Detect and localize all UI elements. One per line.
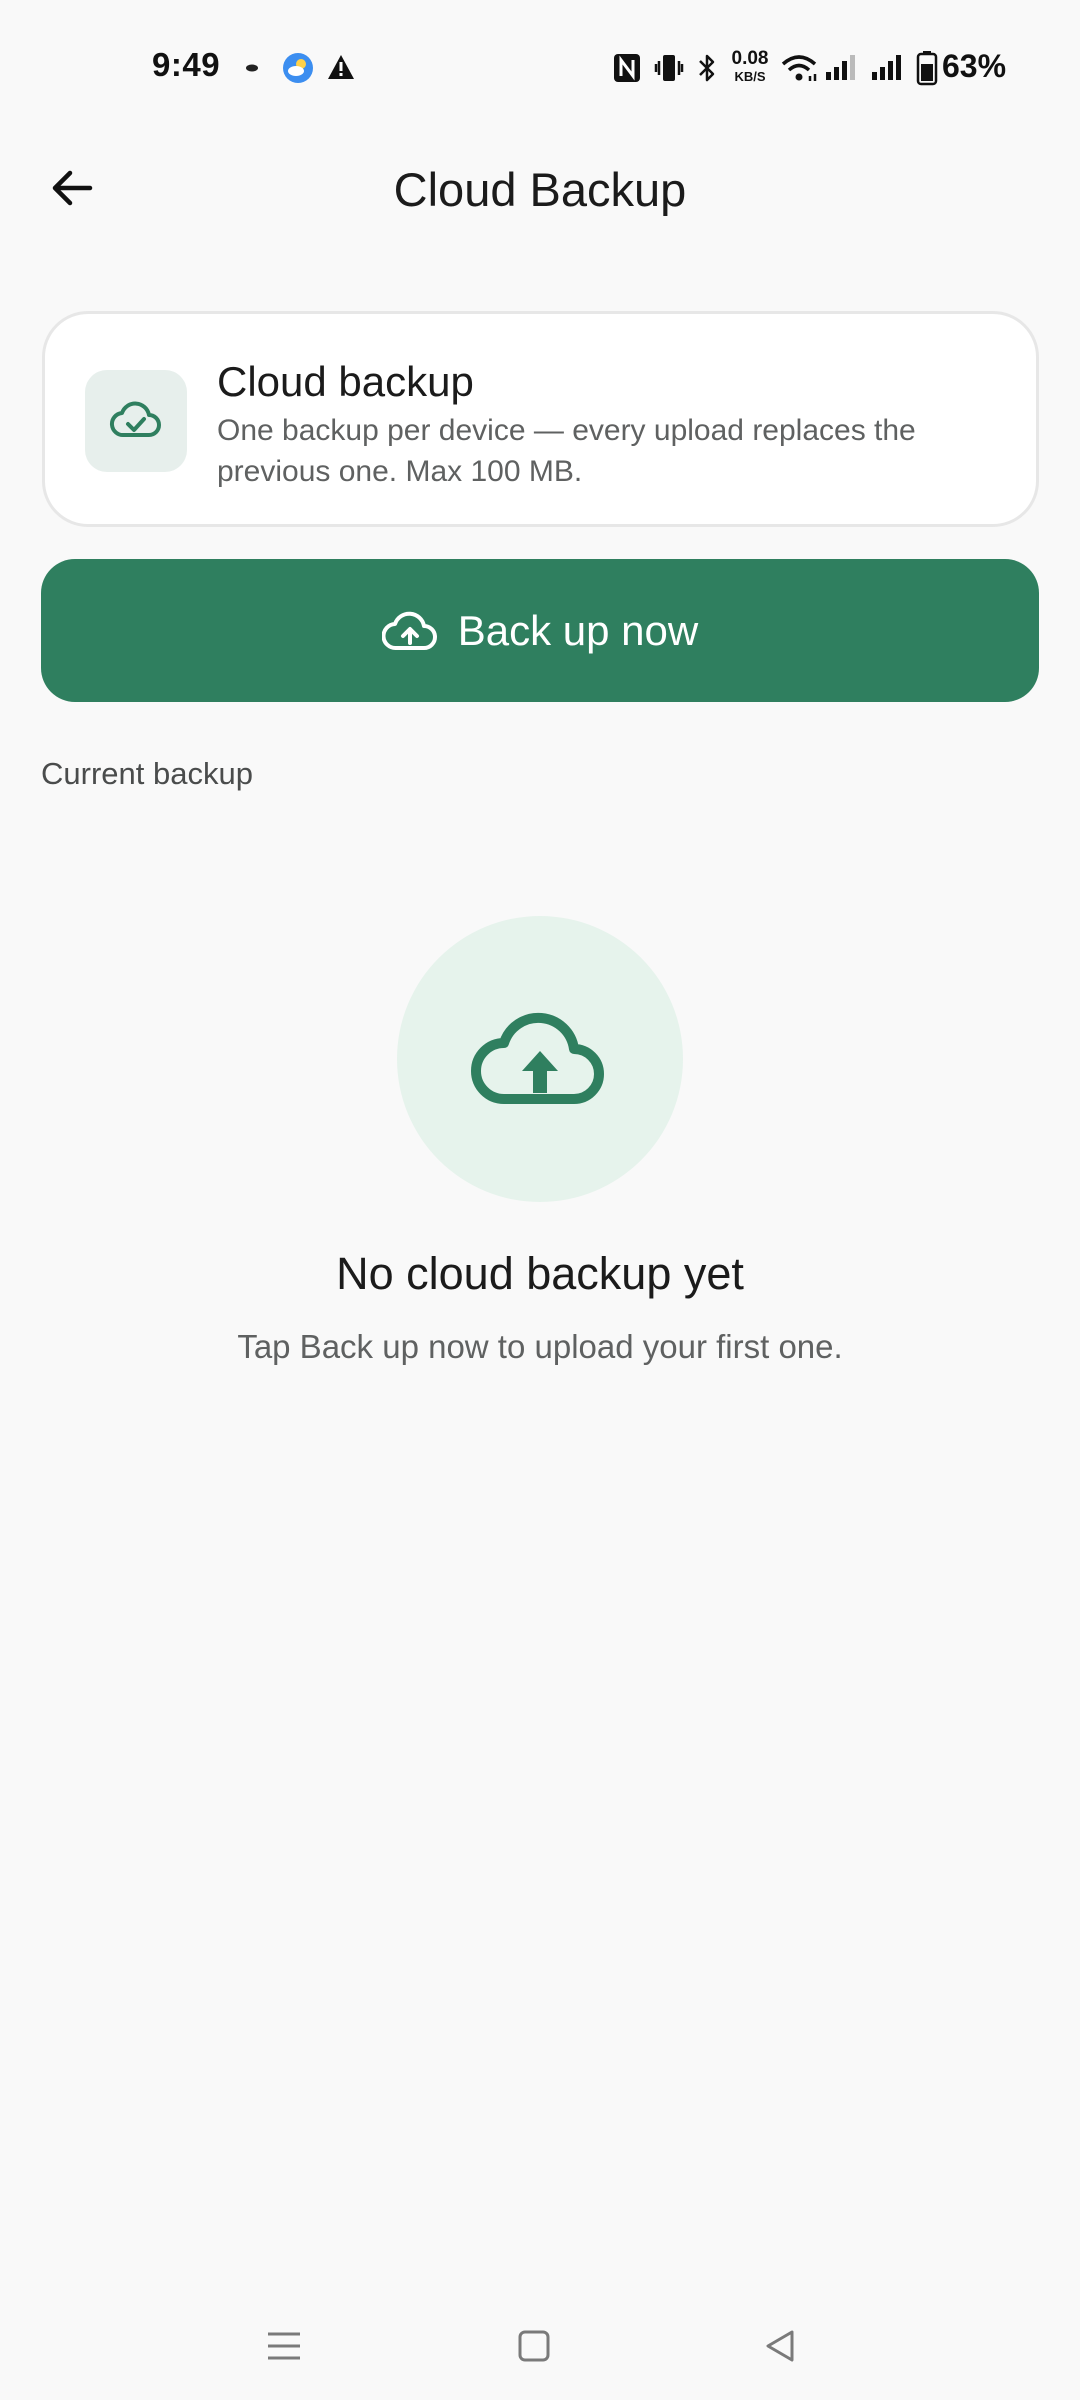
nav-back-button[interactable] (750, 2316, 810, 2376)
network-speed-unit: KB/S (734, 69, 766, 84)
info-card-description: One backup per device — every upload rep… (217, 414, 916, 488)
cloud-check-icon (109, 401, 161, 438)
battery-percent: 63% (942, 48, 1007, 84)
info-icon-container (85, 370, 187, 472)
back-up-now-button[interactable]: Back up now (41, 559, 1039, 702)
cloud-upload-large-icon (471, 1012, 604, 1104)
page-title: Cloud Backup (393, 163, 687, 216)
nfc-icon (614, 54, 640, 82)
empty-state-subtitle: Tap Back up now to upload your first one… (237, 1328, 843, 1365)
current-backup-label: Current backup (41, 756, 253, 791)
menu-lines-icon (268, 2332, 300, 2360)
back-up-now-label: Back up now (457, 606, 699, 654)
cloud-backup-info-card: Cloud backup One backup per device — eve… (42, 311, 1039, 527)
network-speed-value: 0.08 (731, 48, 769, 69)
status-time: 9:49 (152, 46, 221, 83)
network-speed: 0.08 KB/S (726, 48, 774, 86)
vibrate-icon (654, 55, 684, 81)
cloud-upload-icon (381, 611, 437, 650)
empty-state-title: No cloud backup yet (336, 1248, 744, 1299)
notification-dot-icon (246, 64, 258, 72)
signal-sim1-icon (826, 55, 855, 80)
info-card-title: Cloud backup (217, 358, 474, 405)
status-bar: 9:49 0.08 KB/S 63% (0, 0, 1080, 140)
warning-icon (328, 55, 354, 79)
empty-state-illustration (397, 916, 683, 1202)
weather-icon (283, 53, 313, 83)
wifi-icon (781, 55, 817, 81)
cloud-backup-screen: 9:49 0.08 KB/S 63% Cloud Backup Cloud ba… (0, 0, 1080, 2400)
nav-home-button[interactable] (504, 2316, 564, 2376)
battery-icon (916, 51, 938, 86)
triangle-back-icon (766, 2330, 794, 2362)
square-icon (518, 2330, 550, 2362)
bluetooth-icon (699, 54, 715, 82)
nav-recents-button[interactable] (254, 2316, 314, 2376)
signal-sim2-icon (872, 55, 901, 80)
